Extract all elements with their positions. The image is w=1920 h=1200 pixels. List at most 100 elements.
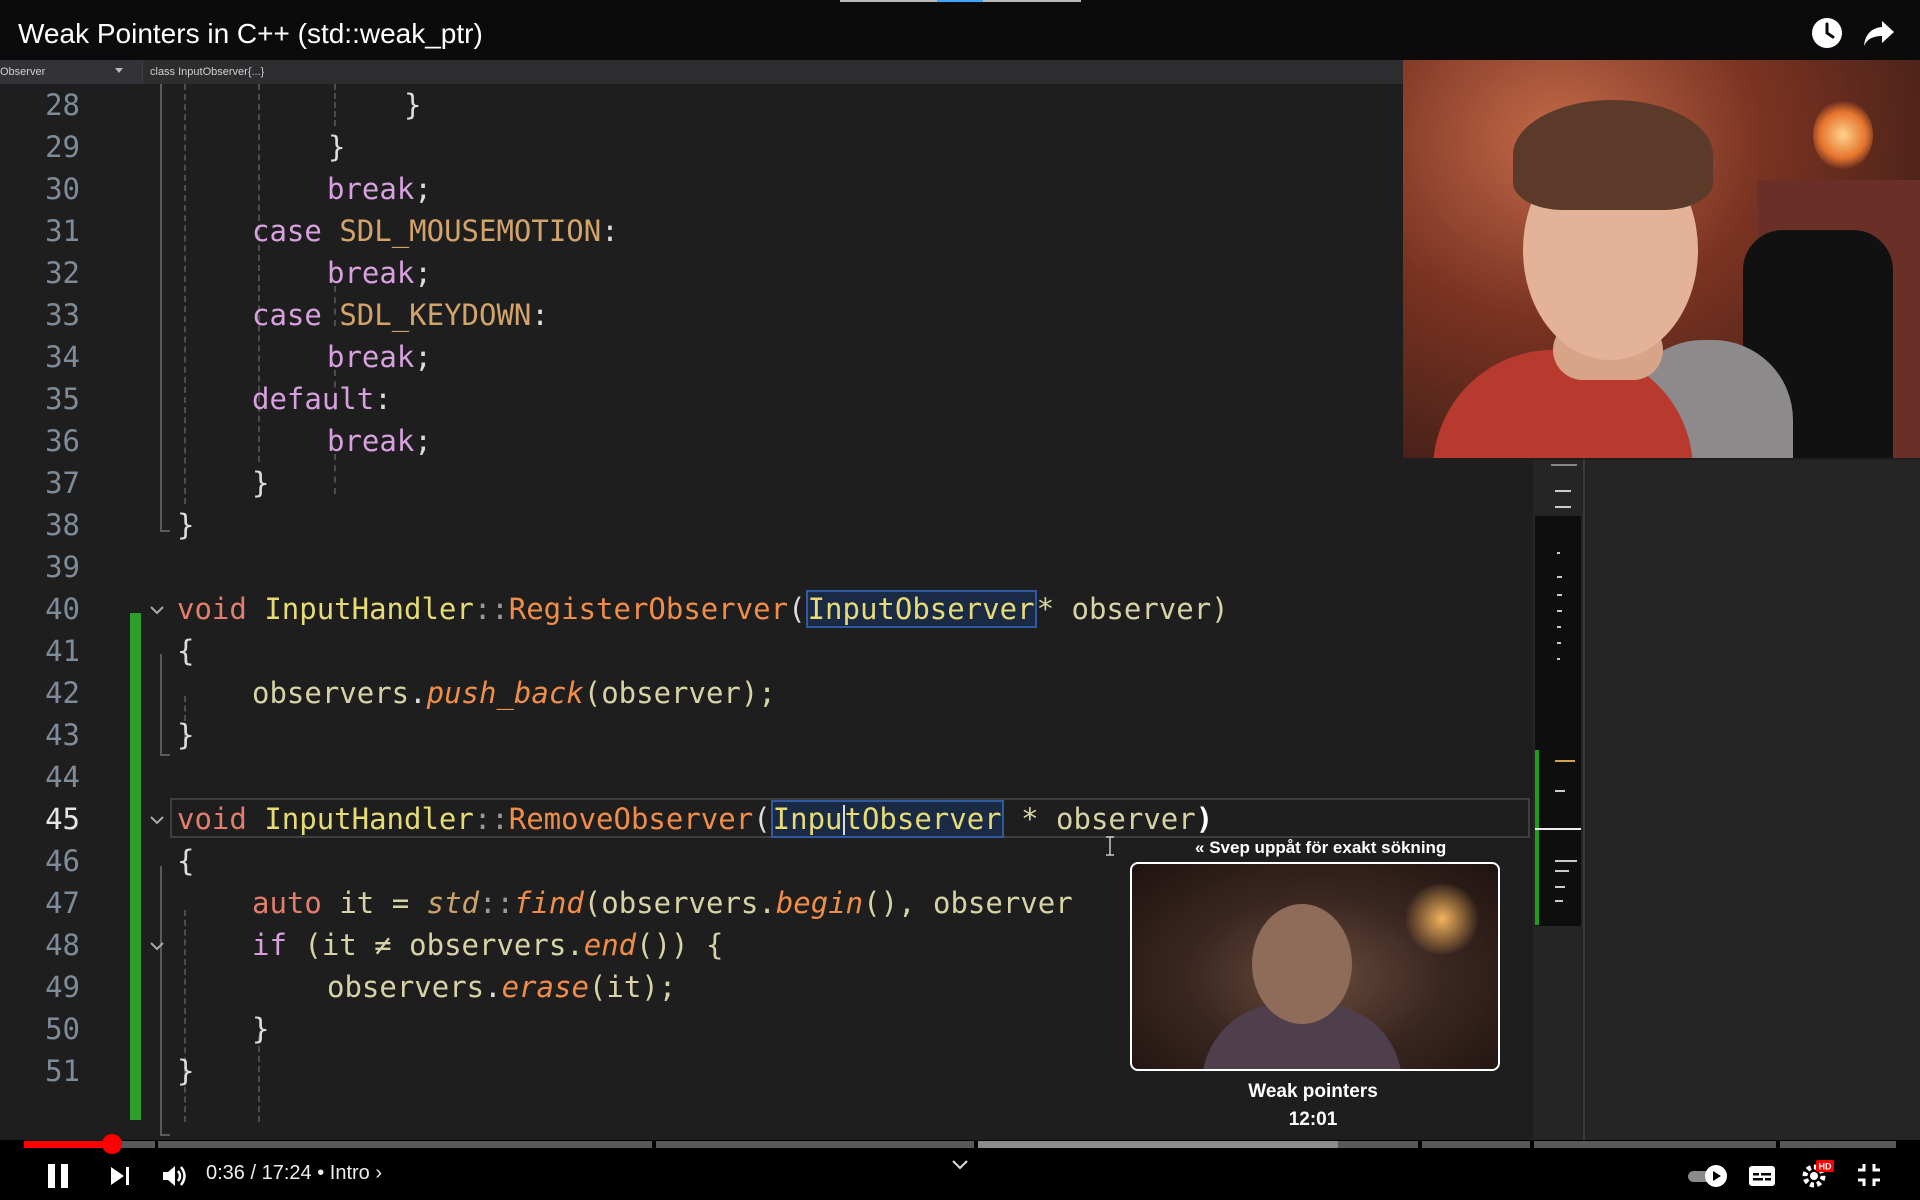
code-token: ( xyxy=(788,592,806,626)
code-token: ; xyxy=(414,172,432,206)
code-token: find xyxy=(513,886,584,920)
subtitles-icon[interactable] xyxy=(1748,1164,1776,1188)
code-token: ; xyxy=(414,256,432,290)
editor-navigation-bar: Observer class InputObserver{...} xyxy=(0,60,1403,84)
chevron-down-icon[interactable] xyxy=(951,1159,969,1171)
fold-chevron-icon[interactable] xyxy=(150,603,164,617)
share-icon[interactable] xyxy=(1862,16,1896,50)
volume-icon[interactable] xyxy=(160,1162,188,1190)
fold-chevron-icon[interactable] xyxy=(150,813,164,827)
code-token: observers xyxy=(327,970,485,1004)
type-dropdown-label: Observer xyxy=(0,66,46,78)
code-line-28: 28 } xyxy=(0,84,1530,126)
line-number: 48 xyxy=(45,928,80,962)
progress-bar[interactable] xyxy=(24,1134,1896,1154)
code-token: : xyxy=(601,214,619,248)
code-line-40: 40 void InputHandler::RegisterObserver(I… xyxy=(0,588,1530,630)
code-token: :: xyxy=(473,802,509,836)
highlighted-reference: InputObserver xyxy=(770,800,1004,838)
chapter-segment[interactable] xyxy=(158,1141,652,1148)
settings-icon[interactable]: HD xyxy=(1800,1160,1834,1190)
code-token: ()) { xyxy=(636,928,724,962)
video-frame[interactable]: Observer class InputObserver{...} 28 } 2… xyxy=(0,60,1920,1140)
scrubber-handle[interactable] xyxy=(101,1134,122,1154)
code-line-35: 35 default: xyxy=(0,378,1530,420)
code-token: void xyxy=(177,802,265,836)
time-display[interactable]: 0:36 / 17:24 • Intro › xyxy=(206,1162,382,1185)
code-token: case xyxy=(252,298,340,332)
editor-minimap[interactable] xyxy=(1533,460,1583,1140)
code-token: void xyxy=(177,592,265,626)
pause-icon[interactable] xyxy=(46,1162,70,1190)
code-token: (), observer xyxy=(863,886,1073,920)
line-number: 47 xyxy=(45,886,80,920)
line-number: 33 xyxy=(45,298,80,332)
code-token: InputHandler xyxy=(264,802,474,836)
code-token: RemoveObserver xyxy=(508,802,754,836)
code-line-31: 31 case SDL_MOUSEMOTION: xyxy=(0,210,1530,252)
chapter-segment[interactable] xyxy=(1422,1141,1530,1148)
chapter-segment-hover[interactable] xyxy=(978,1141,1338,1148)
line-number: 38 xyxy=(45,508,80,542)
code-token: ( xyxy=(753,802,771,836)
seek-hint-text: Svep uppåt för exakt sökning xyxy=(1209,838,1447,857)
autoplay-toggle[interactable] xyxy=(1686,1162,1732,1190)
code-line-38: 38 } xyxy=(0,504,1530,546)
code-token: { xyxy=(177,844,195,878)
minimap-scroll-region[interactable] xyxy=(1535,516,1581,926)
line-number: 42 xyxy=(45,676,80,710)
fold-chevron-icon[interactable] xyxy=(150,939,164,953)
chevron-up-icon: « xyxy=(1195,838,1205,857)
chapter-segment[interactable] xyxy=(1338,1141,1418,1148)
scope-bracket-end xyxy=(160,1134,170,1136)
code-line-44: 44 xyxy=(0,756,1530,798)
code-token: :: xyxy=(479,886,514,920)
chapter-segment[interactable] xyxy=(1534,1141,1776,1148)
line-number: 31 xyxy=(45,214,80,248)
code-line-41: 41 { xyxy=(0,630,1530,672)
code-token: * observer) xyxy=(1036,592,1229,626)
code-token: :: xyxy=(473,592,509,626)
highlighted-reference: InputObserver xyxy=(805,590,1037,628)
exit-fullscreen-icon[interactable] xyxy=(1856,1162,1882,1188)
presenter-webcam xyxy=(1403,60,1920,458)
code-token: . xyxy=(484,970,502,1004)
chapter-segment[interactable] xyxy=(1780,1141,1896,1148)
text-caret xyxy=(842,805,845,835)
code-line-45: 45 void InputHandler::RemoveObserver(Inp… xyxy=(0,798,1530,840)
code-token: end xyxy=(583,928,637,962)
seek-hint: « Svep uppåt för exakt sökning xyxy=(1195,838,1446,858)
line-number: 41 xyxy=(45,634,80,668)
code-token: : xyxy=(531,298,549,332)
code-line-29: 29 } xyxy=(0,126,1530,168)
chapter-segment[interactable] xyxy=(656,1141,974,1148)
clock-icon[interactable] xyxy=(1810,16,1844,50)
code-token: } xyxy=(177,1054,195,1088)
line-number: 51 xyxy=(45,1054,80,1088)
line-number: 36 xyxy=(45,424,80,458)
line-number: 43 xyxy=(45,718,80,752)
code-token: : xyxy=(374,382,392,416)
line-number: 28 xyxy=(45,88,80,122)
type-dropdown[interactable]: Observer xyxy=(0,60,143,84)
code-token: { xyxy=(177,634,195,668)
member-dropdown[interactable]: class InputObserver{...} xyxy=(150,66,264,78)
code-token: (observers. xyxy=(583,886,776,920)
code-line-30: 30 break; xyxy=(0,168,1530,210)
minimap-change-marker xyxy=(1535,750,1539,925)
code-token: ; xyxy=(414,340,432,374)
video-title[interactable]: Weak Pointers in C++ (std::weak_ptr) xyxy=(18,18,483,50)
code-token: } xyxy=(252,1012,270,1046)
code-token: (observer); xyxy=(583,676,776,710)
chapter-indicator xyxy=(840,0,1081,2)
editor-side-panel xyxy=(1583,460,1920,1140)
code-token: begin xyxy=(775,886,864,920)
code-token: (it ≠ observers. xyxy=(304,928,584,962)
code-line-39: 39 xyxy=(0,546,1530,588)
code-token: ) xyxy=(1195,802,1214,836)
code-token: } xyxy=(177,718,195,752)
code-token: push_back xyxy=(426,676,584,710)
next-icon[interactable] xyxy=(108,1164,132,1188)
code-token: RegisterObserver xyxy=(508,592,789,626)
code-line-43: 43 } xyxy=(0,714,1530,756)
